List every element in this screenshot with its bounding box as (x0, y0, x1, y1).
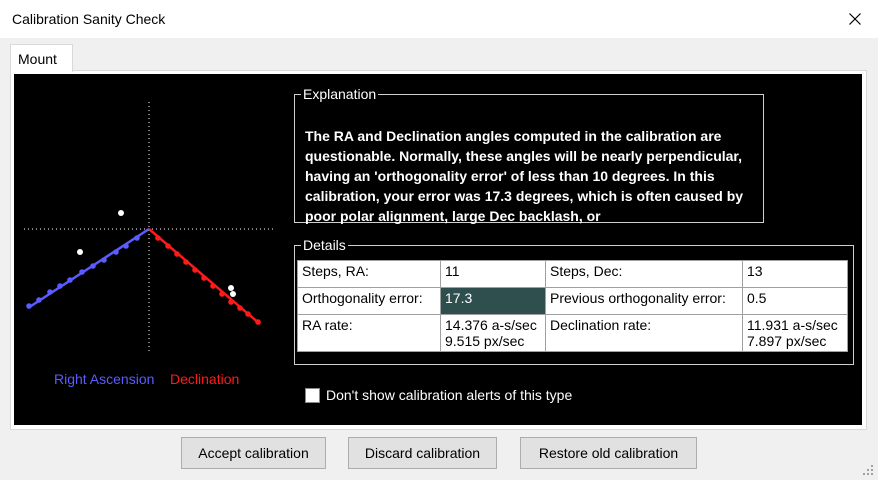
outlier-point (77, 249, 83, 255)
value-steps-ra: 11 (440, 260, 546, 288)
close-icon (849, 13, 861, 25)
ra-point (123, 243, 129, 249)
dec-point (201, 275, 207, 281)
tab-mount[interactable]: Mount (10, 44, 73, 72)
checkbox-box[interactable] (305, 387, 320, 403)
dec-point (245, 311, 251, 317)
ra-point (79, 269, 85, 275)
ra-point (57, 283, 63, 289)
calibration-plot (24, 102, 274, 354)
explanation-title: Explanation (303, 86, 377, 102)
dec-point (228, 299, 234, 305)
ra-point (90, 263, 96, 269)
dont-show-alerts-checkbox[interactable]: Don't show calibration alerts of this ty… (305, 387, 572, 403)
dec-point (210, 283, 216, 289)
details-table: Steps, RA: 11 Steps, Dec: 13 Orthogonali… (297, 260, 848, 352)
value-ra-rate: 14.376 a-s/sec 9.515 px/sec (440, 314, 546, 352)
dec-point (174, 251, 180, 257)
label-ra-rate: RA rate: (297, 314, 441, 352)
title-bar: Calibration Sanity Check (0, 0, 878, 38)
label-declination-rate: Declination rate: (545, 314, 743, 352)
legend-right-ascension: Right Ascension (54, 371, 155, 387)
label-previous-orthogonality-error: Previous orthogonality error: (545, 287, 743, 315)
tab-label: Mount (18, 51, 57, 67)
ra-point (26, 303, 32, 309)
dec-point (155, 235, 161, 241)
table-row: Steps, RA: 11 Steps, Dec: 13 (297, 260, 848, 288)
outlier-point (228, 285, 234, 291)
window-title: Calibration Sanity Check (12, 11, 166, 27)
checkbox-label: Don't show calibration alerts of this ty… (326, 387, 573, 403)
dec-point (255, 319, 261, 325)
ra-point (47, 289, 53, 295)
value-orthogonality-error: 17.3 (440, 287, 546, 315)
restore-old-calibration-button[interactable]: Restore old calibration (520, 437, 697, 469)
discard-calibration-button[interactable]: Discard calibration (348, 437, 497, 469)
label-steps-ra: Steps, RA: (297, 260, 441, 288)
dec-point (192, 267, 198, 273)
ra-line (27, 227, 150, 310)
ra-point (101, 257, 107, 263)
ra-point (134, 235, 140, 241)
dec-point (183, 259, 189, 265)
value-steps-dec: 13 (742, 260, 848, 288)
value-previous-orthogonality-error: 0.5 (742, 287, 848, 315)
explanation-group: Explanation The RA and Declination angle… (294, 86, 764, 224)
close-button[interactable] (832, 0, 878, 38)
table-row: RA rate: 14.376 a-s/sec 9.515 px/sec Decl… (297, 314, 848, 352)
label-steps-dec: Steps, Dec: (545, 260, 743, 288)
ra-point (113, 249, 119, 255)
resize-grip-icon[interactable] (862, 464, 874, 476)
dec-point (237, 305, 243, 311)
accept-calibration-button[interactable]: Accept calibration (181, 437, 326, 469)
ra-point (67, 277, 73, 283)
dec-point (219, 291, 225, 297)
dec-point (165, 243, 171, 249)
value-declination-rate: 11.931 a-s/sec 7.897 px/sec (742, 314, 848, 352)
legend-declination: Declination (170, 371, 240, 387)
outlier-point (230, 291, 236, 297)
details-title: Details (303, 237, 346, 253)
table-row: Orthogonality error: 17.3 Previous ortho… (297, 287, 848, 315)
label-orthogonality-error: Orthogonality error: (297, 287, 441, 315)
explanation-text[interactable]: The RA and Declination angles computed i… (305, 126, 755, 230)
ra-point (36, 297, 42, 303)
outlier-point (118, 210, 124, 216)
